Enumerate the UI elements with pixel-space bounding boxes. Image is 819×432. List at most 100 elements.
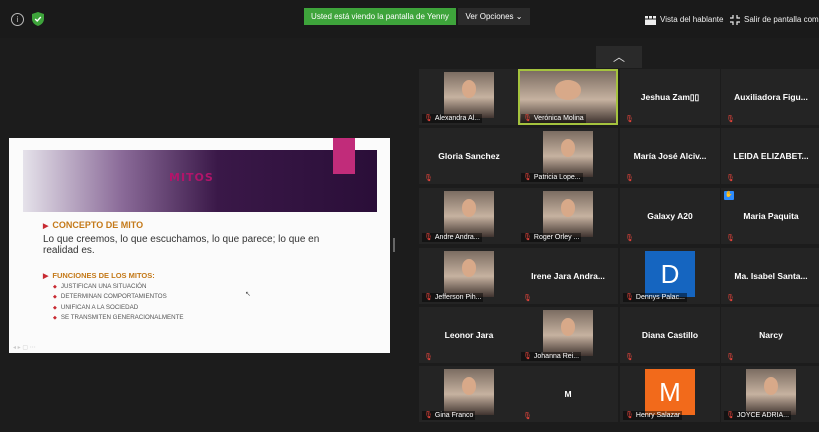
muted-mic-icon: 🎙 bbox=[424, 353, 433, 361]
participant-label: 🎙 Jefferson Pih... bbox=[422, 293, 484, 302]
muted-mic-icon: 🎙 bbox=[726, 353, 735, 361]
participant-label-text: Gina Franco bbox=[434, 412, 474, 419]
muted-mic-icon: 🎙 bbox=[523, 114, 532, 122]
participant-label: 🎙 Dennys Palac... bbox=[623, 293, 687, 302]
list-item: SE TRANSMITEN GENERACIONALMENTE bbox=[53, 313, 184, 323]
participant-tile[interactable]: 🎙 Andre Andra... bbox=[419, 188, 519, 244]
participant-label-text: Patricia Lope... bbox=[533, 174, 581, 181]
participant-name: Narcy bbox=[759, 330, 783, 340]
participant-label: 🎙 JOYCE ADRIA... bbox=[724, 411, 792, 420]
muted-mic-icon: 🎙 bbox=[625, 234, 634, 242]
concept-text: Lo que creemos, lo que escuchamos, lo qu… bbox=[43, 234, 320, 256]
muted-mic-icon: 🎙 bbox=[726, 234, 735, 242]
participant-name: Galaxy A20 bbox=[647, 211, 693, 221]
muted-mic-icon: 🎙 bbox=[523, 173, 532, 181]
collapse-gallery-button[interactable]: ︿ bbox=[596, 46, 642, 68]
muted-mic-icon: 🎙 bbox=[523, 294, 532, 302]
participant-name: Diana Castillo bbox=[641, 330, 699, 340]
slide-controls[interactable]: ◂ ▸ ▢ ⋯ bbox=[13, 344, 36, 351]
participant-avatar: M bbox=[645, 369, 695, 415]
exit-fullscreen-button[interactable]: Salir de pantalla comp bbox=[730, 12, 819, 28]
muted-mic-icon: 🎙 bbox=[424, 293, 433, 301]
participant-label: 🎙 Verónica Molina bbox=[521, 114, 586, 123]
participant-tile[interactable]: Jeshua Zam▯▯ 🎙 bbox=[620, 69, 720, 125]
triangle-bullet-icon: ▶ bbox=[43, 273, 49, 280]
slide-accent-bar bbox=[333, 138, 355, 174]
participant-tile[interactable]: Ma. Isabel Santa... 🎙 bbox=[721, 248, 819, 304]
muted-mic-icon: 🎙 bbox=[424, 233, 433, 241]
participant-video bbox=[543, 191, 593, 237]
exit-fullscreen-icon bbox=[730, 15, 740, 25]
list-item: UNIFICAN A LA SOCIEDAD bbox=[53, 303, 183, 313]
muted-mic-icon: 🎙 bbox=[726, 411, 735, 419]
participant-tile[interactable]: M 🎙 bbox=[518, 366, 618, 422]
participant-name: Maria Paquita bbox=[743, 211, 799, 221]
participant-video bbox=[543, 131, 593, 177]
participant-tile[interactable]: 🎙 Roger Orley ... bbox=[518, 188, 618, 244]
participant-video bbox=[746, 369, 796, 415]
list-item: DETERMINAN COMPORTAMIENTOS bbox=[53, 292, 183, 302]
participant-video bbox=[444, 251, 494, 297]
participant-label: 🎙 Patricia Lope... bbox=[521, 173, 583, 182]
concept-heading: ▶ CONCEPTO DE MITO bbox=[43, 220, 144, 230]
participant-tile[interactable]: 🎙 JOYCE ADRIA... bbox=[721, 366, 819, 422]
participant-tile[interactable]: Auxiliadora Figu... 🎙 bbox=[721, 69, 819, 125]
speaker-view-button[interactable]: Vista del hablante bbox=[645, 12, 723, 28]
participant-label: 🎙 Gina Franco bbox=[422, 411, 476, 420]
speaker-view-label: Vista del hablante bbox=[660, 15, 724, 24]
participant-label-text: Verónica Molina bbox=[533, 115, 584, 122]
participant-name: María José Alciv... bbox=[633, 151, 707, 161]
participant-tile[interactable]: Galaxy A20 🎙 bbox=[620, 188, 720, 244]
participant-tile[interactable]: Diana Castillo 🎙 bbox=[620, 307, 720, 363]
participant-tile[interactable]: 🎙 Jefferson Pih... bbox=[419, 248, 519, 304]
participant-label: 🎙 Andre Andra... bbox=[422, 233, 482, 242]
muted-mic-icon: 🎙 bbox=[625, 353, 634, 361]
participant-label-text: Alexandra Al... bbox=[434, 115, 481, 122]
list-item: JUSTIFICAN UNA SITUACIÓN bbox=[53, 282, 183, 292]
participant-label-text: Johanna Rei... bbox=[533, 353, 580, 360]
participant-tile[interactable]: María José Alciv... 🎙 bbox=[620, 128, 720, 184]
participant-name: M bbox=[564, 389, 572, 399]
participant-tile[interactable]: Narcy 🎙 bbox=[721, 307, 819, 363]
participant-label: 🎙 Henry Salazar bbox=[623, 411, 683, 420]
muted-mic-icon: 🎙 bbox=[523, 352, 532, 360]
participant-tile[interactable]: Leonor Jara 🎙 bbox=[419, 307, 519, 363]
muted-mic-icon: 🎙 bbox=[625, 115, 634, 123]
participant-tile[interactable]: LEIDA ELIZABET... 🎙 bbox=[721, 128, 819, 184]
participant-label: 🎙 Alexandra Al... bbox=[422, 114, 483, 123]
participant-tile[interactable]: Gloria Sanchez 🎙 bbox=[419, 128, 519, 184]
participant-tile[interactable]: Irene Jara Andra... 🎙 bbox=[518, 248, 618, 304]
muted-mic-icon: 🎙 bbox=[625, 174, 634, 182]
muted-mic-icon: 🎙 bbox=[625, 293, 634, 301]
participant-name: Auxiliadora Figu... bbox=[734, 92, 808, 102]
participant-tile[interactable]: ✋ Maria Paquita 🎙 bbox=[721, 188, 819, 244]
muted-mic-icon: 🎙 bbox=[625, 411, 634, 419]
chevron-down-icon: ⌄ bbox=[515, 12, 523, 21]
split-resize-handle[interactable] bbox=[393, 238, 395, 252]
participant-label-text: Roger Orley ... bbox=[533, 234, 580, 241]
shield-icon[interactable] bbox=[32, 12, 44, 26]
participant-tile[interactable]: 🎙 Gina Franco bbox=[419, 366, 519, 422]
participant-tile[interactable]: M 🎙 Henry Salazar bbox=[620, 366, 720, 422]
view-options-button[interactable]: Ver Opciones ⌄ bbox=[458, 8, 530, 25]
participant-label-text: Andre Andra... bbox=[434, 234, 480, 241]
participant-label-text: Henry Salazar bbox=[635, 412, 681, 419]
exit-fullscreen-label: Salir de pantalla comp bbox=[744, 15, 819, 24]
functions-heading: ▶ FUNCIONES DE LOS MITOS: bbox=[43, 271, 155, 280]
participant-tile[interactable]: 🎙 Johanna Rei... bbox=[518, 307, 618, 363]
chevron-up-icon: ︿ bbox=[612, 50, 625, 64]
functions-list: JUSTIFICAN UNA SITUACIÓN DETERMINAN COMP… bbox=[53, 282, 184, 324]
participant-tile[interactable]: D 🎙 Dennys Palac... bbox=[620, 248, 720, 304]
participant-tile[interactable]: 🎙 Alexandra Al... bbox=[419, 69, 519, 125]
participant-avatar: D bbox=[645, 251, 695, 297]
participant-video bbox=[444, 191, 494, 237]
participant-tile[interactable]: 🎙 Verónica Molina bbox=[518, 69, 618, 125]
participant-label-text: Dennys Palac... bbox=[635, 294, 685, 301]
participant-name: Jeshua Zam▯▯ bbox=[640, 91, 700, 102]
participant-tile[interactable]: 🎙 Patricia Lope... bbox=[518, 128, 618, 184]
speaker-view-icon bbox=[645, 15, 656, 25]
muted-mic-icon: 🎙 bbox=[424, 174, 433, 182]
info-icon[interactable]: i bbox=[11, 13, 24, 26]
participant-label: 🎙 Johanna Rei... bbox=[521, 352, 582, 361]
slide-title: MITOS bbox=[169, 171, 214, 184]
